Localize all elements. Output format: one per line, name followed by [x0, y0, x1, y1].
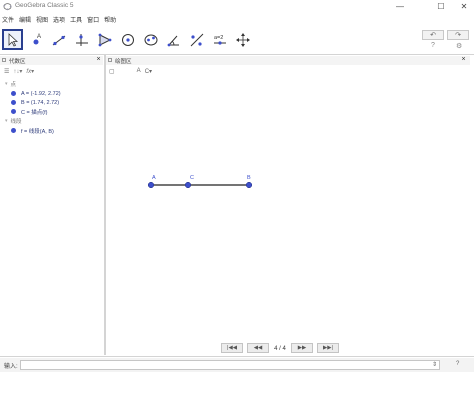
slider-tool-label: a=2 — [214, 35, 223, 41]
nav-step-counter: 4 / 4 — [274, 345, 286, 352]
perpendicular-icon — [75, 33, 88, 46]
point-tool[interactable]: A — [25, 29, 46, 50]
perpendicular-tool[interactable] — [71, 29, 92, 50]
undo-button[interactable]: ↶ — [422, 30, 444, 40]
pin-icon[interactable] — [2, 58, 6, 62]
algebra-item[interactable]: A = (-1.92, 2.72) — [0, 89, 61, 98]
angle-tool[interactable] — [163, 29, 184, 50]
algebra-item[interactable]: C = 描点(f) — [0, 107, 47, 116]
algebra-item-text: f = 线段(A, B) — [21, 128, 54, 135]
move-view-tool[interactable] — [232, 29, 253, 50]
point-icon: A — [33, 34, 41, 44]
graphics-view-header: 绘图区 — [106, 56, 470, 65]
geogebra-logo-icon — [3, 3, 12, 11]
category-label: 点 — [10, 82, 17, 88]
window-title: GeoGebra Classic 5 — [15, 2, 74, 9]
algebra-item-text: B = (1.74, 2.72) — [21, 99, 60, 106]
function-dropdown[interactable]: fx▾ — [26, 68, 34, 75]
line-icon — [52, 35, 65, 45]
collapse-icon: ▾ — [5, 81, 8, 87]
menu-view[interactable]: 视图 — [36, 15, 48, 24]
collapse-icon: ▾ — [5, 118, 8, 124]
polygon-icon — [98, 33, 111, 46]
circle-icon — [121, 33, 134, 46]
nav-next-button[interactable]: ▶▶ — [291, 343, 313, 353]
slider-icon: a=2 — [213, 35, 226, 45]
category-points[interactable]: ▾ 点 — [5, 80, 16, 88]
close-algebra-view-button[interactable]: × — [95, 56, 102, 63]
algebra-view-title: 代数区 — [9, 58, 26, 65]
input-label: 输入: — [4, 364, 18, 370]
ellipse-icon — [144, 34, 157, 45]
input-bar-divider — [0, 356, 474, 357]
angle-icon — [167, 35, 179, 46]
algebra-toolbar: ☰ ↑↓▾ fx▾ — [0, 66, 103, 76]
algebra-item[interactable]: f = 线段(A, B) — [0, 126, 54, 135]
algebra-view-header: 代数区 — [0, 56, 103, 65]
line-tool[interactable] — [48, 29, 69, 50]
graphics-view-title: 绘图区 — [115, 58, 132, 65]
move-tool[interactable] — [2, 29, 23, 50]
title-bar: GeoGebra Classic 5 — ☐ ✕ — [0, 0, 474, 13]
point-label-b: B — [247, 175, 251, 181]
graphics-canvas[interactable]: A C B — [106, 77, 470, 355]
reflect-tool[interactable] — [186, 29, 207, 50]
menu-tools[interactable]: 工具 — [70, 15, 82, 24]
redo-button[interactable]: ↷ — [447, 30, 469, 40]
input-help-icon[interactable]: ? — [456, 361, 459, 367]
close-window-button[interactable]: ✕ — [452, 0, 474, 12]
sort-menu-icon[interactable]: ☰ — [4, 68, 9, 75]
point-a[interactable] — [147, 181, 155, 189]
menu-bar: 文件 编辑 视图 选项 工具 窗口 帮助 — [0, 13, 474, 25]
point-label-a: A — [152, 175, 156, 181]
construction-navigation: |◀◀ ◀◀ 4 / 4 ▶▶ ▶▶| — [221, 343, 343, 354]
menu-options[interactable]: 选项 — [53, 15, 65, 24]
reflect-icon — [190, 33, 203, 46]
label-style-button[interactable]: A — [137, 68, 141, 74]
algebra-item-text: A = (-1.92, 2.72) — [21, 90, 61, 97]
point-label-c: C — [190, 175, 194, 181]
nav-previous-button[interactable]: ◀◀ — [247, 343, 269, 353]
slider-tool[interactable]: a=2 — [209, 29, 230, 50]
nav-first-button[interactable]: |◀◀ — [221, 343, 243, 353]
toolbar-divider — [0, 54, 474, 55]
menu-window[interactable]: 窗口 — [87, 15, 99, 24]
arrow-cursor-icon — [8, 32, 18, 47]
maximize-button[interactable]: ☐ — [429, 0, 453, 12]
pin-icon[interactable] — [108, 58, 112, 62]
gear-icon[interactable]: ⚙ — [456, 42, 462, 50]
circle-tool[interactable] — [117, 29, 138, 50]
polygon-tool[interactable] — [94, 29, 115, 50]
visibility-dot-icon[interactable] — [11, 100, 16, 105]
menu-edit[interactable]: 编辑 — [19, 15, 31, 24]
point-style-dropdown[interactable]: C▾ — [145, 68, 152, 75]
minimize-button[interactable]: — — [388, 0, 412, 12]
move-view-icon — [235, 32, 250, 47]
visibility-dot-icon[interactable] — [11, 128, 16, 133]
point-c[interactable] — [184, 181, 192, 189]
tool-bar: A a=2 ↶ ↷ ? ⚙ — [0, 27, 474, 53]
svg-text:A: A — [37, 34, 41, 40]
category-label: 线段 — [10, 119, 22, 125]
category-segments[interactable]: ▾ 线段 — [5, 117, 22, 125]
help-icon[interactable]: ? — [431, 42, 435, 49]
algebra-item[interactable]: B = (1.74, 2.72) — [0, 98, 59, 107]
visibility-dot-icon[interactable] — [11, 91, 16, 96]
conic-tool[interactable] — [140, 29, 161, 50]
order-dropdown[interactable]: ↑↓▾ — [13, 68, 22, 75]
input-bar: 输入: ⇕ ? — [0, 358, 474, 372]
input-field[interactable] — [20, 360, 440, 370]
visibility-dot-icon[interactable] — [11, 109, 16, 114]
input-history-icon[interactable]: ⇕ — [432, 361, 437, 368]
nav-last-button[interactable]: ▶▶| — [317, 343, 339, 353]
menu-file[interactable]: 文件 — [2, 15, 14, 24]
toggle-style-bar-icon[interactable]: ▢ — [109, 68, 115, 75]
graphics-style-bar: ▢ A C▾ — [106, 66, 470, 76]
close-graphics-view-button[interactable]: × — [460, 56, 467, 63]
menu-help[interactable]: 帮助 — [104, 15, 116, 24]
point-b[interactable] — [245, 181, 253, 189]
algebra-item-text: C = 描点(f) — [21, 109, 48, 116]
